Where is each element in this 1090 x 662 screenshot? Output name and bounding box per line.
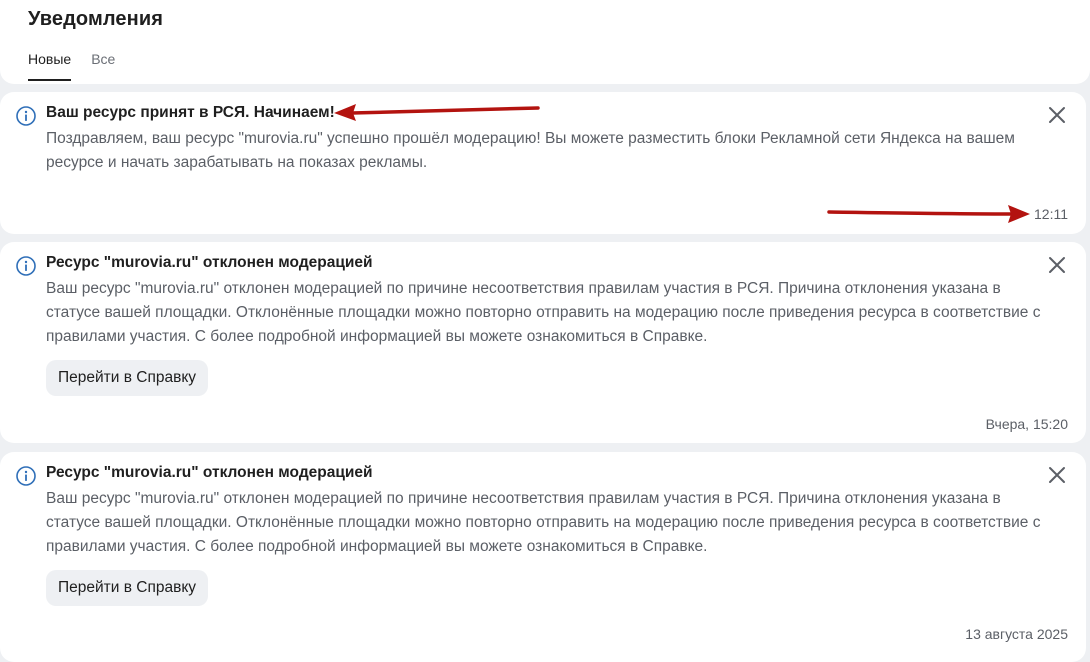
notification-title: Ресурс "murovia.ru" отклонен модерацией — [46, 464, 373, 481]
page-header: Уведомления Новые Все — [0, 0, 1090, 84]
info-icon — [16, 106, 36, 126]
notification-card: Ресурс "murovia.ru" отклонен модерацией … — [0, 452, 1086, 662]
info-icon — [16, 466, 36, 486]
notification-text: Ваш ресурс "murovia.ru" отклонен модерац… — [46, 490, 1041, 555]
go-to-help-button[interactable]: Перейти в Справку — [46, 570, 209, 606]
tab-new[interactable]: Новые — [28, 51, 72, 81]
notification-tabs: Новые Все — [28, 51, 115, 81]
notification-time: 13 августа 2025 — [965, 626, 1068, 642]
notification-time: Вчера, 15:20 — [985, 416, 1068, 432]
notification-text: Поздравляем, ваш ресурс "murovia.ru" усп… — [46, 130, 1015, 171]
notification-text: Ваш ресурс "murovia.ru" отклонен модерац… — [46, 280, 1041, 345]
close-icon[interactable] — [1046, 104, 1068, 126]
notification-card: Ресурс "murovia.ru" отклонен модерацией … — [0, 242, 1086, 443]
info-icon — [16, 256, 36, 276]
page-title: Уведомления — [28, 8, 163, 30]
go-to-help-button[interactable]: Перейти в Справку — [46, 360, 209, 396]
close-icon[interactable] — [1046, 464, 1068, 486]
notification-title: Ваш ресурс принят в РСЯ. Начинаем! — [46, 104, 335, 121]
notification-time: 12:11 — [1034, 206, 1068, 222]
tab-all[interactable]: Все — [91, 51, 115, 81]
close-icon[interactable] — [1046, 254, 1068, 276]
notification-card: Ваш ресурс принят в РСЯ. Начинаем! Поздр… — [0, 92, 1086, 234]
notification-title: Ресурс "murovia.ru" отклонен модерацией — [46, 254, 373, 271]
